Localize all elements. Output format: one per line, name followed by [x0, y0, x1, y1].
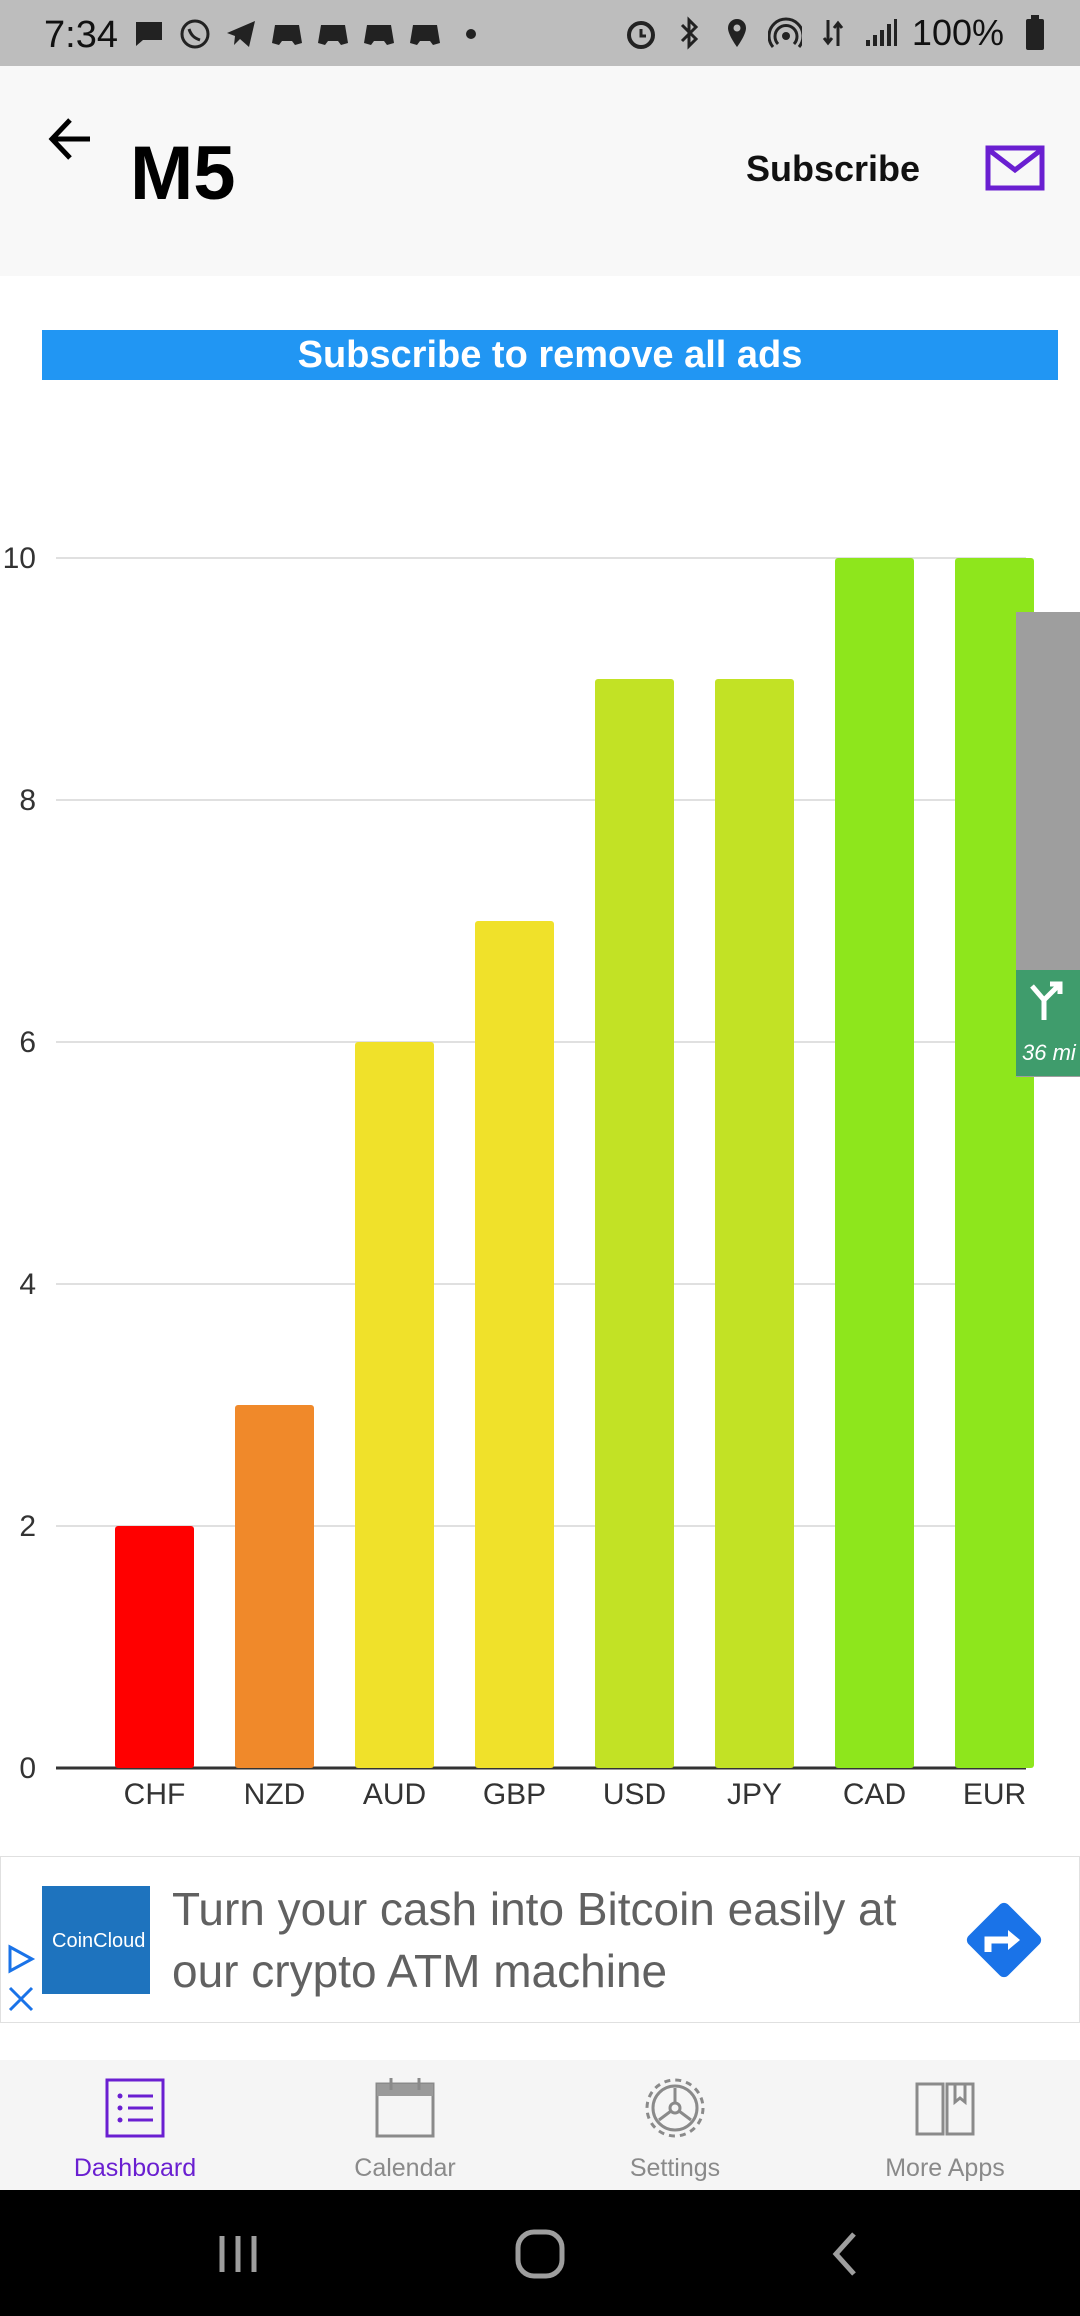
alarm-icon: [624, 16, 658, 50]
nav-item-dashboard[interactable]: Dashboard: [0, 2076, 270, 2183]
nav-item-settings[interactable]: Settings: [540, 2076, 810, 2183]
x-tick-label: AUD: [363, 1778, 426, 1811]
close-icon: [8, 1986, 34, 2012]
page-title: M5: [130, 131, 236, 216]
bar-aud[interactable]: [355, 1042, 434, 1768]
y-tick-label: 0: [19, 1752, 36, 1785]
nav-label-settings: Settings: [629, 2154, 721, 2182]
message-icon: [132, 17, 166, 51]
arrow-left-icon: [48, 118, 90, 160]
bar-chart: 0 2 4 6 8 10 CHF NZD AUD GBP USD JPY CAD EUR: [3, 542, 1034, 1811]
x-tick-label: JPY: [727, 1778, 782, 1811]
x-tick-label: USD: [603, 1778, 666, 1811]
ad-cta-button[interactable]: [956, 1892, 1052, 1988]
bar-gbp[interactable]: [475, 921, 554, 1768]
bar-nzd[interactable]: [235, 1405, 314, 1768]
x-tick-label: EUR: [963, 1778, 1026, 1811]
location-icon: [720, 16, 754, 50]
whatsapp-icon: [178, 17, 212, 51]
y-tick-label: 8: [19, 784, 36, 817]
x-tick-label: NZD: [244, 1778, 306, 1811]
mail-icon: [985, 145, 1045, 191]
nav-label-dashboard: Dashboard: [73, 2154, 197, 2182]
bar-chf[interactable]: [115, 1526, 194, 1768]
y-tick-label: 2: [19, 1510, 36, 1543]
data-icon: [816, 16, 850, 50]
discord-icon: [408, 17, 442, 51]
discord-icon: [362, 17, 396, 51]
list-icon: [105, 2078, 165, 2138]
telegram-icon: [224, 17, 258, 51]
nav-item-more-apps[interactable]: More Apps: [810, 2076, 1080, 2183]
dot-icon: [454, 17, 488, 51]
mail-button[interactable]: [984, 144, 1048, 194]
recent-apps-icon[interactable]: [210, 2226, 270, 2282]
ad-choices-icon: [8, 1944, 36, 1974]
nav-item-calendar[interactable]: Calendar: [270, 2076, 540, 2183]
battery-icon: [1018, 15, 1052, 50]
hotspot-icon: [767, 16, 802, 50]
bluetooth-icon: [672, 16, 706, 50]
nav-label-more-apps: More Apps: [885, 2154, 1005, 2182]
x-tick-label: GBP: [483, 1778, 546, 1811]
x-tick-label: CHF: [124, 1778, 186, 1811]
calendar-icon: [375, 2078, 435, 2138]
ad-choices-button[interactable]: [6, 1944, 36, 1974]
back-nav-icon[interactable]: [820, 2226, 870, 2282]
x-tick-label: CAD: [843, 1778, 906, 1811]
ad-headline[interactable]: Turn your cash into Bitcoin easily at ou…: [172, 1878, 952, 2002]
y-tick-label: 4: [19, 1268, 36, 1301]
navigation-distance: 36 mi: [1022, 1040, 1076, 1065]
notification-icons: [132, 14, 488, 54]
back-button[interactable]: [40, 102, 110, 172]
gear-icon: [645, 2078, 705, 2138]
ad-logo-text: CoinCloud: [52, 1930, 146, 1952]
bar-cad[interactable]: [835, 558, 914, 1768]
system-navigation-bar: [0, 2190, 1080, 2316]
y-tick-label: 6: [19, 1026, 36, 1059]
signal-icon: [864, 16, 898, 50]
remove-ads-banner[interactable]: Subscribe to remove all ads: [42, 330, 1058, 380]
turn-arrow-icon: [1030, 981, 1063, 1020]
bar-usd[interactable]: [595, 679, 674, 1768]
home-icon[interactable]: [510, 2224, 570, 2284]
bar-jpy[interactable]: [715, 679, 794, 1768]
discord-icon: [316, 17, 350, 51]
nav-label-calendar: Calendar: [354, 2154, 456, 2182]
status-time: 7:34: [44, 14, 118, 56]
battery-percent: 100%: [911, 12, 1004, 53]
directions-arrow-icon: [966, 1902, 1042, 1978]
book-icon: [915, 2082, 975, 2136]
subscribe-button[interactable]: Subscribe: [746, 148, 920, 190]
status-right: 100%: [624, 12, 1052, 54]
ad-close-button[interactable]: [6, 1984, 36, 2014]
y-tick-label: 10: [3, 542, 36, 575]
discord-icon: [270, 17, 304, 51]
